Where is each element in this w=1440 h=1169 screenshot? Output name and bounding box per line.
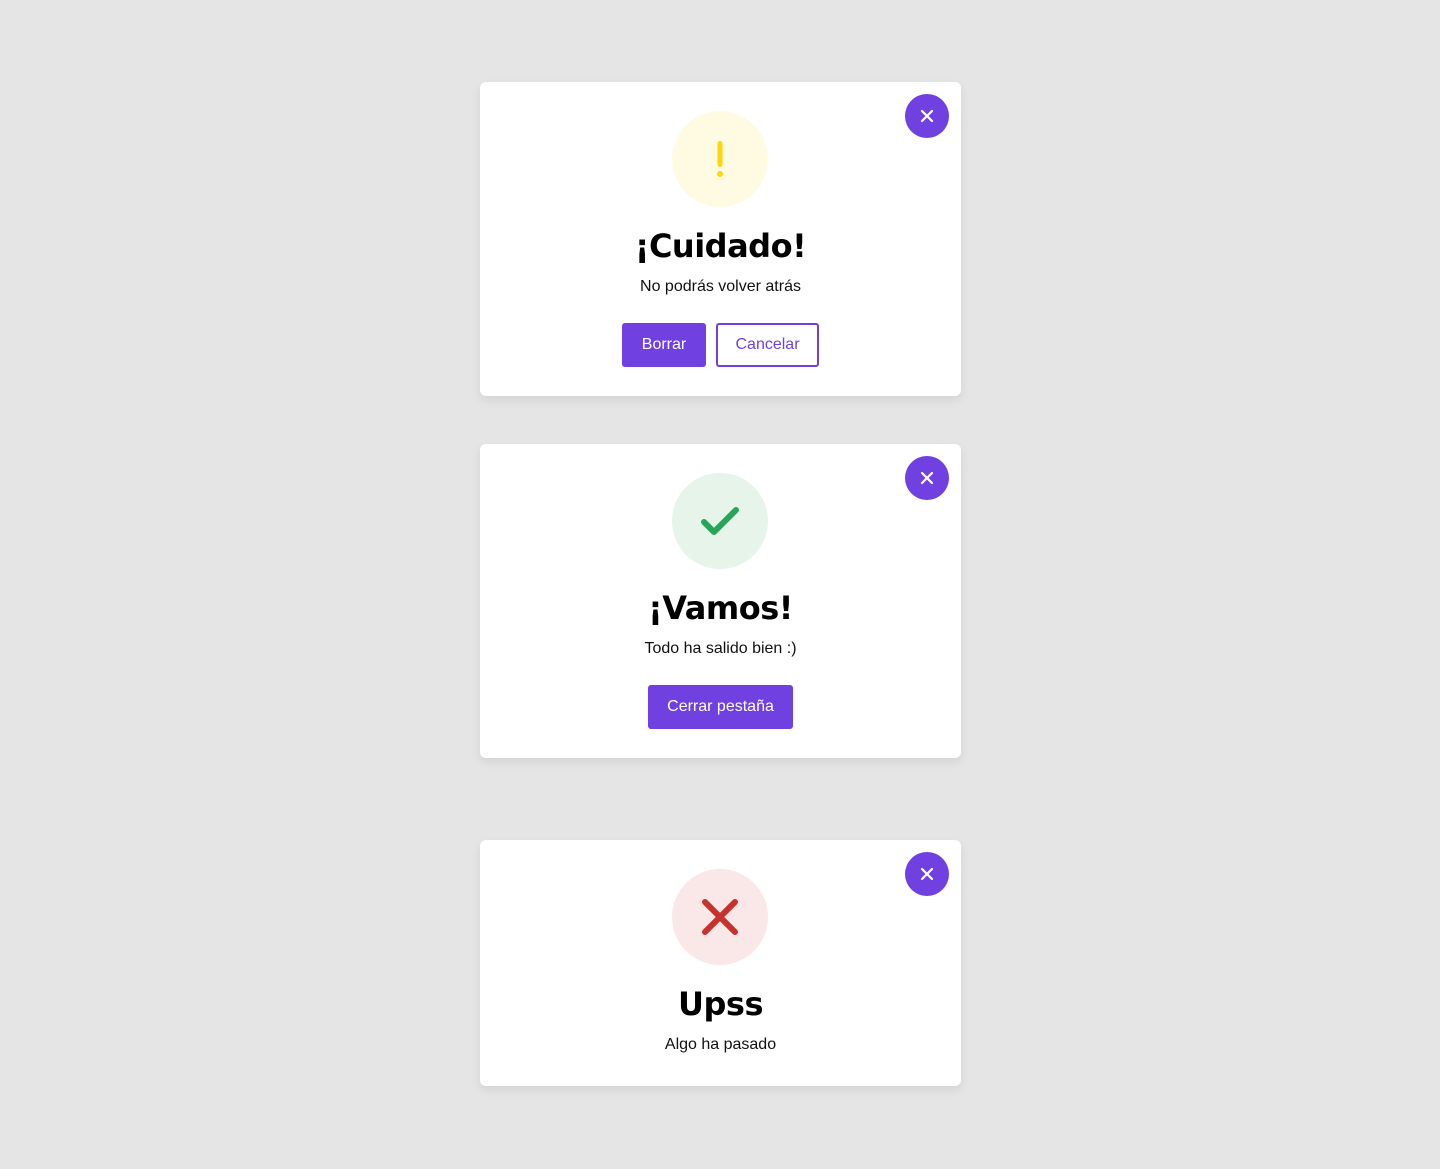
error-modal: Upss Algo ha pasado	[480, 840, 961, 1086]
error-icon-circle	[672, 869, 768, 965]
modal-title: ¡Vamos!	[648, 589, 793, 627]
warning-icon-circle	[672, 111, 768, 207]
modal-message: Todo ha salido bien :)	[644, 640, 797, 657]
modal-actions: Borrar Cancelar	[480, 323, 961, 367]
modal-actions: Cerrar pestaña	[480, 685, 961, 729]
modal-message: Algo ha pasado	[664, 1036, 777, 1053]
close-button[interactable]	[905, 852, 949, 896]
checkmark-icon	[701, 507, 739, 535]
close-icon	[920, 109, 934, 123]
close-icon	[920, 471, 934, 485]
close-button[interactable]	[905, 94, 949, 138]
close-icon	[920, 867, 934, 881]
x-mark-icon	[702, 899, 738, 935]
modal-title: ¡Cuidado!	[634, 227, 807, 265]
close-button[interactable]	[905, 456, 949, 500]
success-modal: ¡Vamos! Todo ha salido bien :) Cerrar pe…	[480, 444, 961, 758]
success-icon-circle	[672, 473, 768, 569]
modal-title: Upss	[678, 985, 763, 1023]
warning-modal: ¡Cuidado! No podrás volver atrás Borrar …	[480, 82, 961, 396]
cancel-button[interactable]: Cancelar	[716, 323, 819, 367]
close-tab-button[interactable]: Cerrar pestaña	[648, 685, 793, 729]
exclamation-icon	[717, 141, 723, 177]
modal-message: No podrás volver atrás	[640, 278, 801, 295]
delete-button[interactable]: Borrar	[622, 323, 706, 367]
